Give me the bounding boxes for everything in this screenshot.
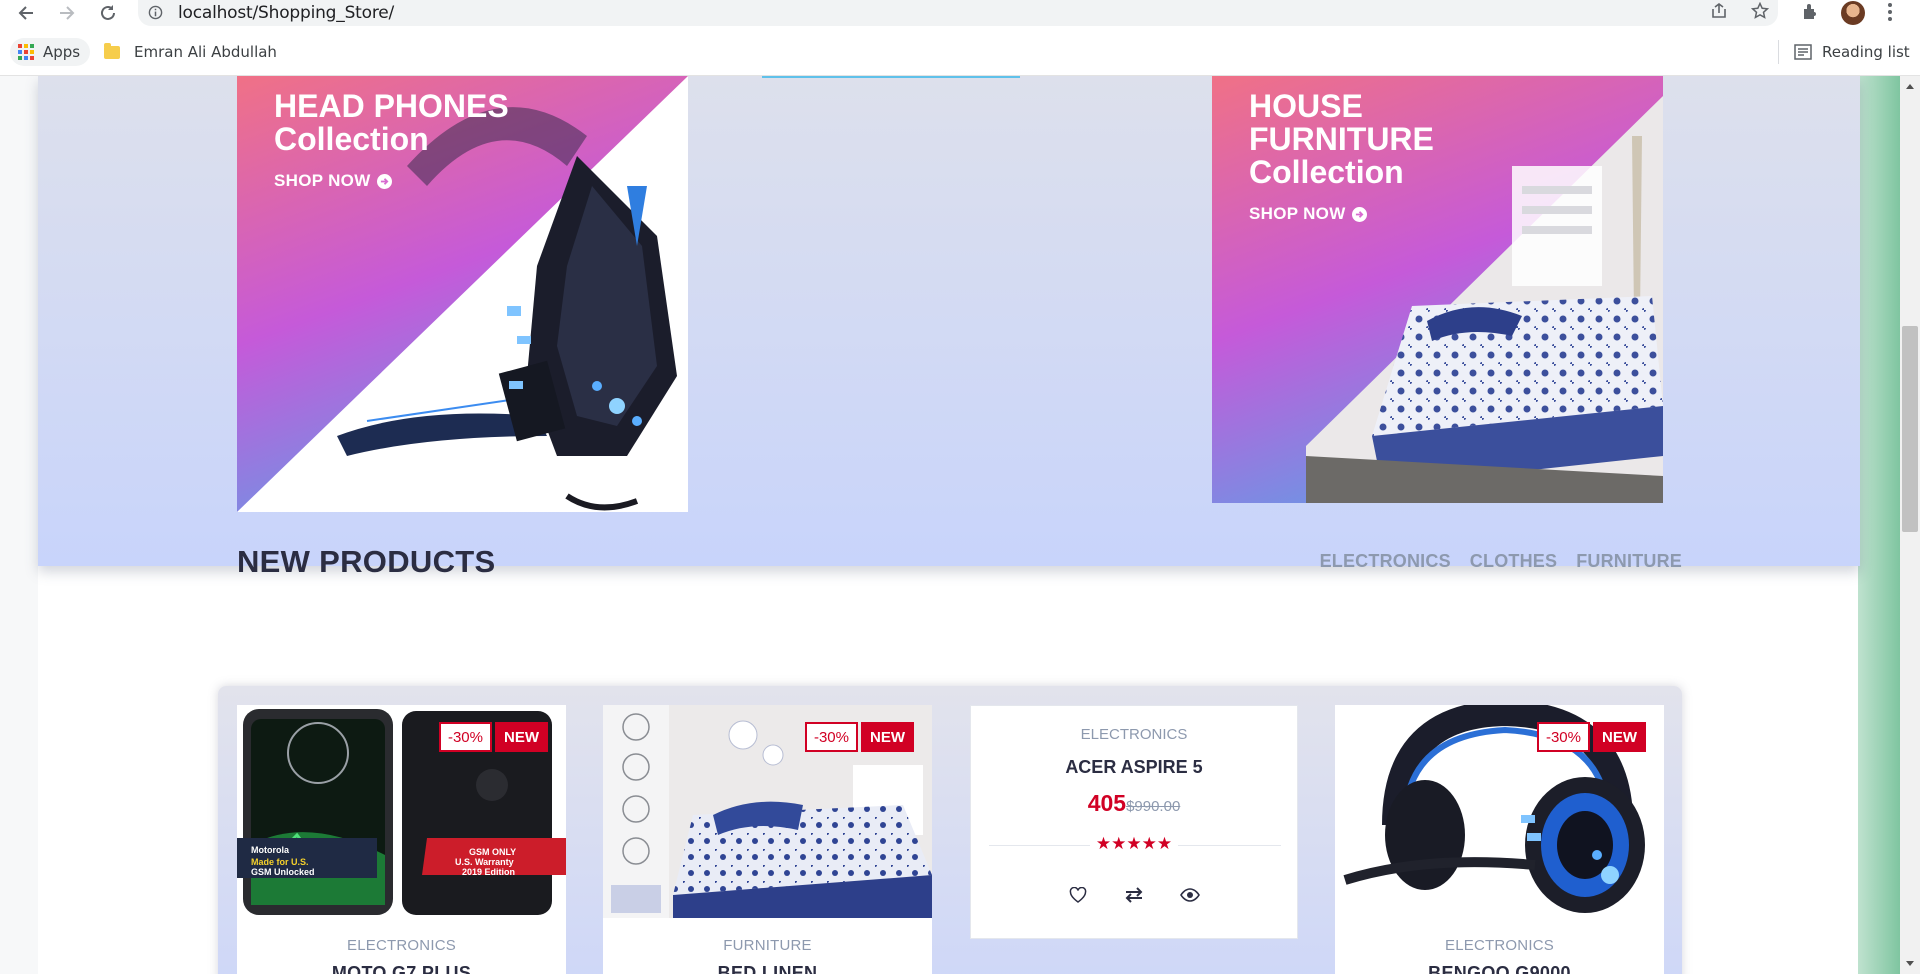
new-badge: NEW (861, 722, 914, 752)
collection-banner-section: HEAD PHONES Collection SHOP NOW HOUSE FU… (38, 76, 1860, 566)
product-card[interactable]: Motorola Made for U.S. GSM Unlocked GSM … (237, 705, 566, 974)
arrow-circle-right-icon (376, 173, 392, 189)
folder-icon (104, 42, 120, 59)
star-rating-icons: ★★★★★ (1089, 834, 1179, 853)
price-row: 405$990.00 (971, 790, 1297, 817)
product-card-details[interactable]: ELECTRONICS ACER ASPIRE 5 405$990.00 ★★★… (970, 705, 1298, 939)
product-category: FURNITURE (723, 937, 812, 954)
apps-shortcut[interactable]: Apps (10, 38, 91, 66)
product-name[interactable]: ACER ASPIRE 5 (971, 757, 1297, 778)
bookmarks-bar: Apps Emran Ali Abdullah Reading list (0, 26, 1920, 76)
reading-list-button[interactable]: Reading list (1794, 38, 1910, 66)
page-scrollbar[interactable] (1900, 76, 1920, 974)
quick-view-button[interactable] (1179, 884, 1201, 906)
scroll-up-arrow-icon[interactable] (1906, 84, 1914, 89)
product-old-price: $990.00 (1126, 798, 1181, 815)
exchange-icon (1125, 887, 1143, 903)
sale-badge: -30% (1536, 722, 1590, 752)
add-to-wishlist-button[interactable] (1067, 884, 1089, 906)
apps-grid-icon (18, 44, 34, 60)
url-text: localhost/Shopping_Store/ (178, 3, 395, 23)
banner-title: HOUSE FURNITURE Collection (1249, 88, 1434, 190)
reading-list-icon (1794, 44, 1812, 60)
svg-text:GSM Unlocked: GSM Unlocked (251, 867, 315, 877)
product-card[interactable]: -30% NEW ELECTRONICS BENGOO G9000 (1335, 705, 1664, 974)
svg-text:GSM ONLY: GSM ONLY (469, 847, 516, 857)
star-icon: ★ (1156, 834, 1173, 853)
bookmarks-divider (1778, 40, 1779, 64)
star-icon: ★ (1126, 834, 1142, 853)
product-category: ELECTRONICS (1080, 726, 1188, 743)
product-card[interactable]: -30% NEW FURNITURE BED LINEN (603, 705, 932, 974)
back-arrow-icon (18, 6, 33, 20)
site-info-icon[interactable] (148, 5, 163, 25)
sale-badge: -30% (804, 722, 858, 752)
shop-now-link[interactable]: SHOP NOW (1249, 204, 1367, 224)
svg-text:Motorola: Motorola (251, 845, 290, 855)
forward-button[interactable] (55, 1, 79, 25)
eye-icon (1180, 888, 1200, 902)
banner-title: HEAD PHONES Collection (274, 88, 509, 157)
bookmark-folder-label: Emran Ali Abdullah (134, 43, 277, 61)
new-badge: NEW (1593, 722, 1646, 752)
product-price: 405 (1087, 790, 1127, 816)
share-icon[interactable] (1710, 2, 1728, 25)
product-category: ELECTRONICS (1445, 937, 1554, 954)
new-badge: NEW (495, 722, 548, 752)
product-rating: ★★★★★ (971, 834, 1297, 854)
product-name[interactable]: BED LINEN (603, 963, 932, 974)
browser-toolbar: localhost/Shopping_Store/ (0, 0, 1920, 26)
star-icon: ★ (1095, 834, 1112, 853)
heart-icon (1069, 887, 1087, 903)
profile-avatar[interactable] (1841, 1, 1865, 25)
product-category: ELECTRONICS (347, 937, 456, 954)
product-labels: -30% NEW (804, 722, 914, 752)
scroll-down-arrow-icon[interactable] (1906, 961, 1914, 966)
scrollbar-thumb[interactable] (1902, 326, 1918, 532)
accent-line (762, 76, 1020, 78)
address-bar[interactable]: localhost/Shopping_Store/ (138, 0, 1778, 26)
product-name[interactable]: BENGOO G9000 (1335, 963, 1664, 974)
apps-label: Apps (43, 43, 81, 61)
product-labels: -30% NEW (438, 722, 548, 752)
arrow-circle-right-icon (1351, 206, 1367, 222)
star-icon: ★ (1141, 834, 1157, 853)
svg-text:Made for U.S.: Made for U.S. (251, 857, 309, 867)
product-name[interactable]: MOTO G7 PLUS (237, 963, 566, 974)
tab-electronics[interactable]: ELECTRONICS (1320, 551, 1451, 572)
product-actions (971, 884, 1297, 906)
new-products-title: NEW PRODUCTS (237, 544, 496, 579)
svg-text:U.S. Warranty: U.S. Warranty (455, 857, 514, 867)
product-category-tabs: ELECTRONICS CLOTHES FURNITURE (1320, 551, 1682, 572)
add-to-compare-button[interactable] (1123, 884, 1145, 906)
reload-icon (101, 5, 115, 20)
menu-kebab-icon[interactable] (1886, 1, 1894, 28)
furniture-collection-banner[interactable]: HOUSE FURNITURE Collection SHOP NOW (1212, 76, 1663, 503)
tab-furniture[interactable]: FURNITURE (1576, 551, 1682, 572)
tab-clothes[interactable]: CLOTHES (1470, 551, 1557, 572)
bookmark-folder[interactable]: Emran Ali Abdullah (104, 38, 277, 66)
back-button[interactable] (14, 1, 38, 25)
svg-text:2019 Edition: 2019 Edition (462, 867, 515, 877)
forward-arrow-icon (60, 6, 75, 20)
star-icon: ★ (1111, 834, 1127, 853)
headphones-collection-banner[interactable]: HEAD PHONES Collection SHOP NOW (237, 76, 688, 512)
product-labels: -30% NEW (1536, 722, 1646, 752)
page-right-edge (1858, 76, 1900, 974)
shop-now-link[interactable]: SHOP NOW (274, 171, 392, 191)
reading-list-label: Reading list (1822, 43, 1910, 61)
extensions-puzzle-icon[interactable] (1800, 1, 1822, 28)
sale-badge: -30% (438, 722, 492, 752)
bookmark-star-icon[interactable] (1750, 1, 1770, 25)
reload-button[interactable] (96, 1, 120, 25)
page-left-margin (0, 76, 38, 974)
